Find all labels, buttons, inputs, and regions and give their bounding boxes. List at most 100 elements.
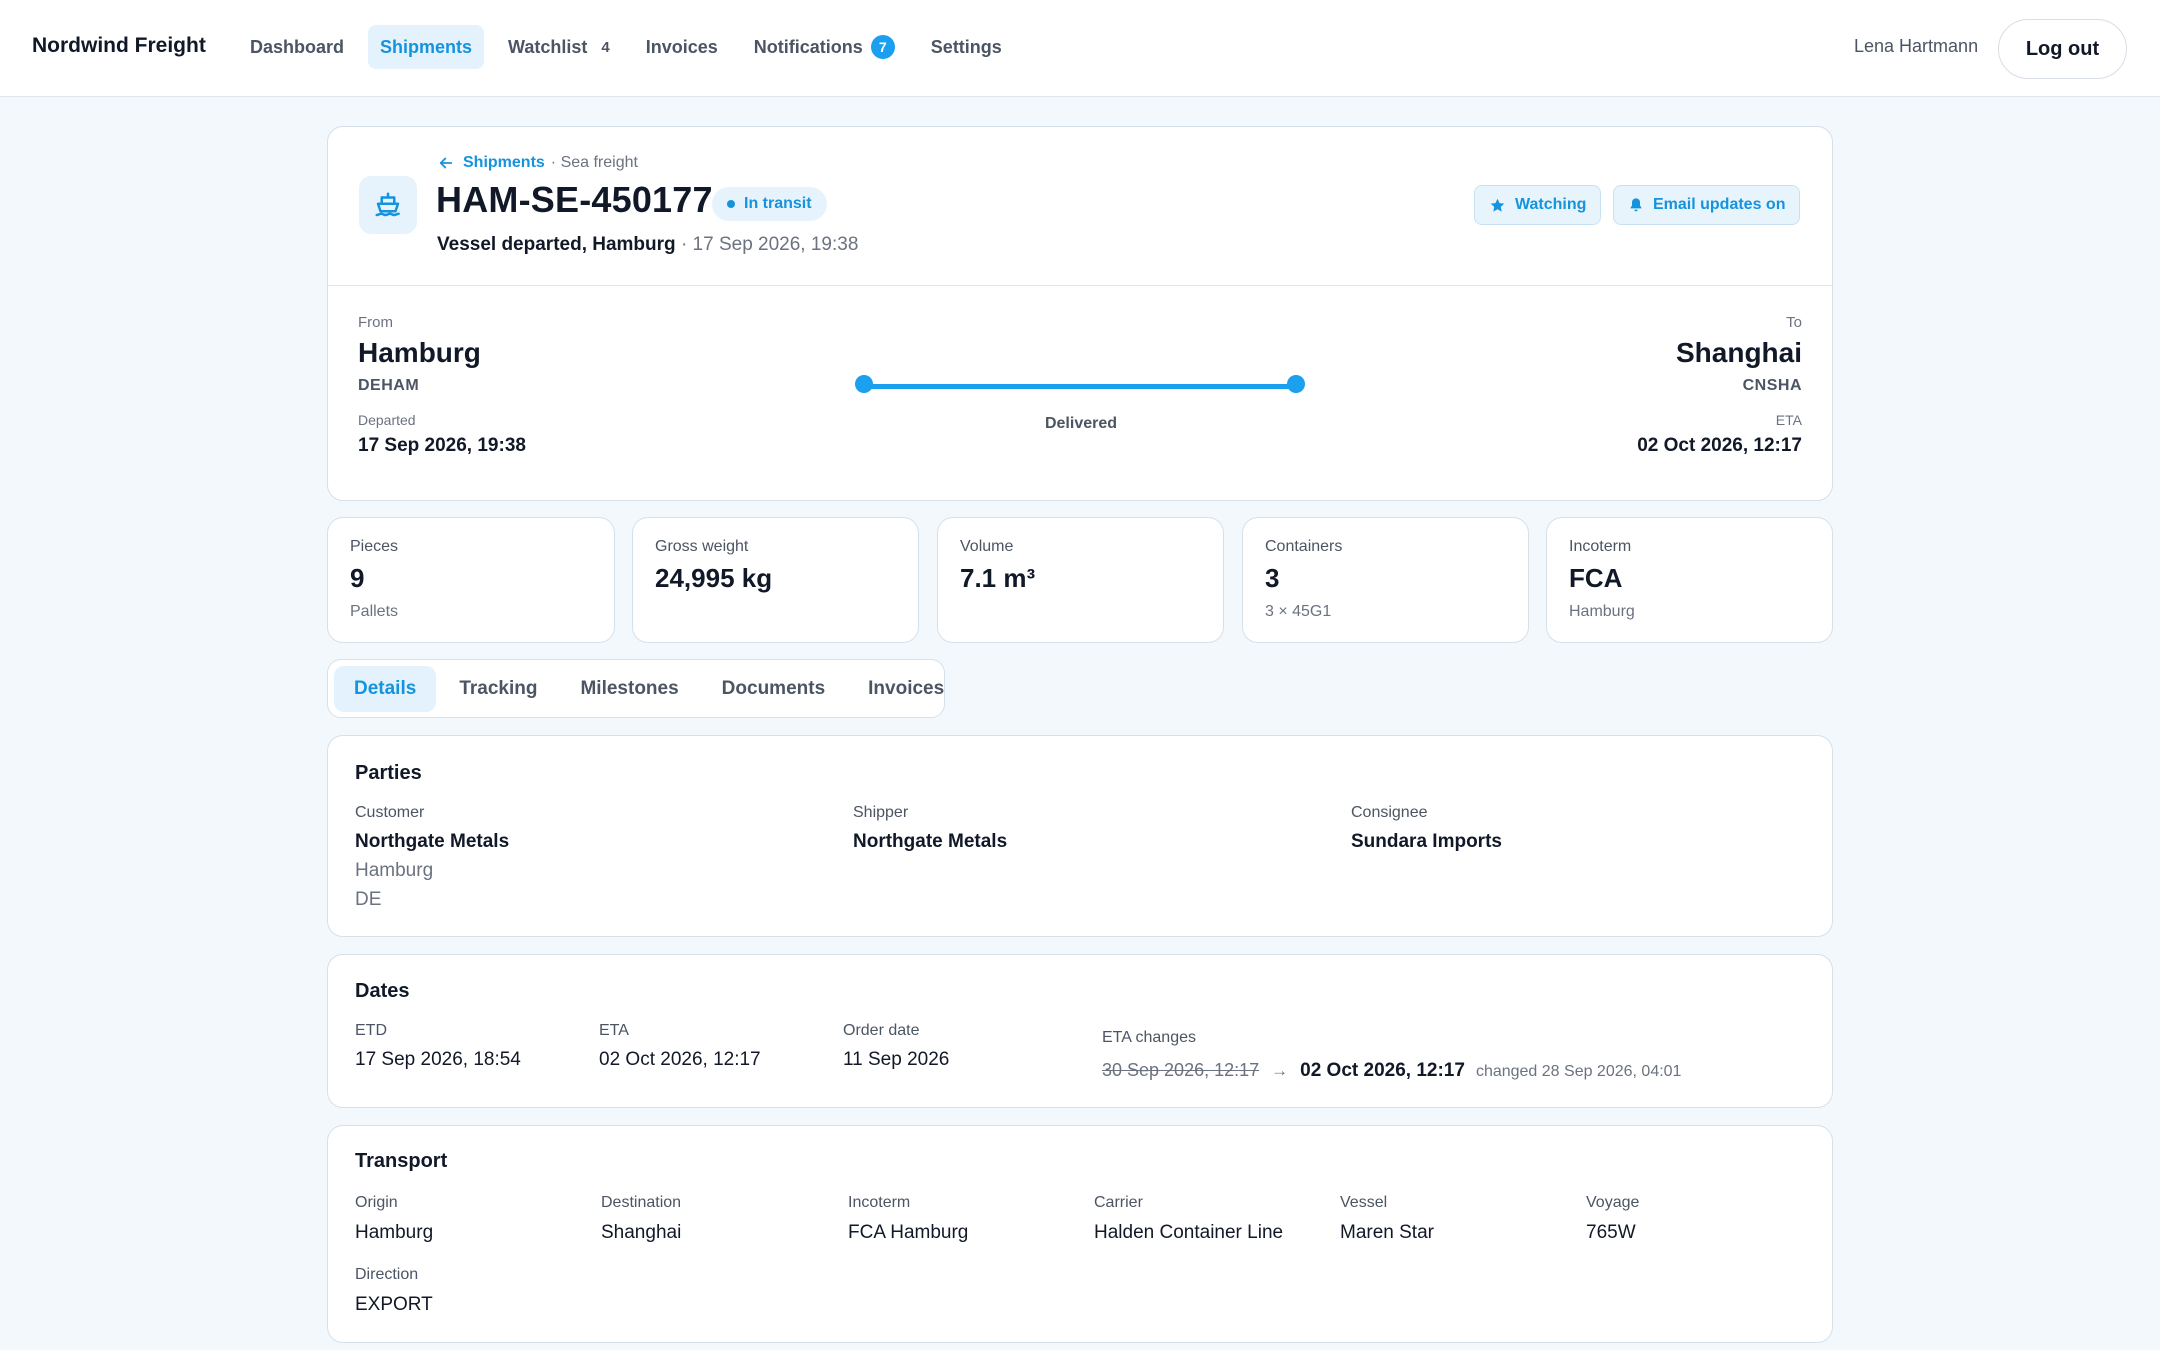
eta-date: 02 Oct 2026, 12:17 xyxy=(1637,435,1802,456)
stat-sub: Pallets xyxy=(350,603,399,620)
shipment-header: Shipments · Sea freight HAM-SE-450177 In… xyxy=(328,127,1832,286)
eta-old-value: 30 Sep 2026, 12:17 xyxy=(1102,1060,1260,1080)
transport-title: Transport xyxy=(355,1150,448,1172)
breadcrumb: Shipments · Sea freight xyxy=(437,154,638,172)
watching-label: Watching xyxy=(1515,196,1587,213)
email-updates-button[interactable]: Email updates on xyxy=(1613,185,1801,225)
dates-section: Dates ETD 17 Sep 2026, 18:54 ETA 02 Oct … xyxy=(327,954,1833,1108)
incoterm-label: Incoterm xyxy=(848,1194,911,1211)
stat-card-gross-weight: Gross weight 24,995 kg xyxy=(632,517,919,643)
email-updates-label: Email updates on xyxy=(1653,196,1786,213)
latest-event: Vessel departed, Hamburg · 17 Sep 2026, … xyxy=(437,234,858,256)
from-label: From xyxy=(358,314,393,331)
transport-section: Transport Origin Hamburg Destination Sha… xyxy=(327,1125,1833,1343)
carrier-label: Carrier xyxy=(1094,1194,1143,1211)
breadcrumb-mode: · Sea freight xyxy=(550,154,638,171)
route-progress-track xyxy=(864,384,1297,389)
stat-value: 9 xyxy=(350,563,365,593)
origin-value: Hamburg xyxy=(355,1222,434,1243)
order-date-value: 11 Sep 2026 xyxy=(843,1049,950,1070)
watchlist-count: 4 xyxy=(601,38,610,56)
eta-label: ETA xyxy=(1775,412,1802,428)
arrow-left-icon xyxy=(439,157,453,169)
user-name: Lena Hartmann xyxy=(1854,36,1979,56)
tab-tracking[interactable]: Tracking xyxy=(439,666,557,712)
status-badge: In transit xyxy=(712,187,827,221)
origin-label: Origin xyxy=(355,1194,398,1211)
brand-logo-text[interactable]: Nordwind Freight xyxy=(32,34,206,58)
customer-country: DE xyxy=(355,889,382,910)
tab-details[interactable]: Details xyxy=(334,665,437,712)
carrier-value: Halden Container Line xyxy=(1094,1222,1284,1243)
nav-invoices-label: Invoices xyxy=(645,36,718,57)
nav-invoices[interactable]: Invoices xyxy=(634,25,730,69)
latest-event-text: Vessel departed, Hamburg xyxy=(437,234,676,255)
status-label: In transit xyxy=(744,195,812,212)
stat-label: Incoterm xyxy=(1569,538,1632,555)
order-date-label: Order date xyxy=(843,1022,920,1039)
origin-code: DEHAM xyxy=(358,377,420,394)
stat-label: Volume xyxy=(960,538,1014,555)
shipment-summary-card: Shipments · Sea freight HAM-SE-450177 In… xyxy=(327,126,1833,501)
star-icon xyxy=(1490,198,1505,212)
stat-sub: Hamburg xyxy=(1569,603,1635,620)
etd-value: 17 Sep 2026, 18:54 xyxy=(355,1049,521,1070)
route-end-dot xyxy=(1287,375,1305,393)
logout-button[interactable]: Log out xyxy=(1998,19,2127,79)
destination-value: Shanghai xyxy=(601,1222,682,1243)
eta-change-entry: 30 Sep 2026, 12:17 → 02 Oct 2026, 12:17 … xyxy=(1102,1060,1681,1082)
customer-label: Customer xyxy=(355,804,425,821)
parties-title: Parties xyxy=(355,762,422,784)
route-progress-label: Delivered xyxy=(1044,415,1118,432)
destination-code: CNSHA xyxy=(1742,377,1802,394)
stat-card-volume: Volume 7.1 m³ xyxy=(937,517,1224,643)
voyage-value: 765W xyxy=(1586,1222,1636,1243)
eta-change-time: changed 28 Sep 2026, 04:01 xyxy=(1475,1063,1682,1080)
route-start-dot xyxy=(855,375,873,393)
eta-new-value: 02 Oct 2026, 12:17 xyxy=(1300,1060,1465,1081)
shipper-label: Shipper xyxy=(853,804,909,821)
breadcrumb-shipments-label: Shipments xyxy=(463,154,545,171)
stat-label: Containers xyxy=(1265,538,1343,555)
destination-city: Shanghai xyxy=(1675,337,1802,368)
consignee-label: Consignee xyxy=(1351,804,1428,821)
customer-name: Northgate Metals xyxy=(355,831,510,852)
nav-dashboard[interactable]: Dashboard xyxy=(238,25,356,69)
ship-icon xyxy=(359,176,417,234)
direction-value: EXPORT xyxy=(355,1294,433,1315)
voyage-label: Voyage xyxy=(1586,1194,1640,1211)
nav-settings-label: Settings xyxy=(930,36,1002,57)
nav-shipments[interactable]: Shipments xyxy=(368,25,485,69)
stat-value: 3 xyxy=(1265,563,1280,593)
stat-card-pieces: Pieces 9 Pallets xyxy=(327,517,615,643)
stat-sub: 3 × 45G1 xyxy=(1265,603,1332,620)
nav-notifications-label: Notifications xyxy=(753,36,863,57)
notifications-count-badge: 7 xyxy=(870,35,895,59)
shipment-id-title: HAM-SE-450177 xyxy=(436,179,713,220)
nav-watchlist[interactable]: Watchlist 4 xyxy=(496,25,622,69)
stat-label: Gross weight xyxy=(655,538,749,555)
watching-button[interactable]: Watching xyxy=(1474,185,1602,225)
eta-label: ETA xyxy=(599,1022,629,1039)
eta-value: 02 Oct 2026, 12:17 xyxy=(599,1049,761,1070)
nav-settings[interactable]: Settings xyxy=(919,25,1014,69)
detail-tabs: Details Tracking Milestones Documents In… xyxy=(327,659,945,718)
arrow-right-icon: → xyxy=(1271,1061,1289,1080)
vessel-value: Maren Star xyxy=(1340,1222,1434,1243)
nav-dashboard-label: Dashboard xyxy=(250,36,345,57)
tab-invoices[interactable]: Invoices xyxy=(848,666,964,712)
breadcrumb-shipments-link[interactable]: Shipments xyxy=(437,154,545,172)
bell-icon xyxy=(1630,198,1642,212)
etd-label: ETD xyxy=(355,1022,387,1039)
stat-label: Pieces xyxy=(350,538,399,555)
tab-milestones[interactable]: Milestones xyxy=(560,666,698,712)
nav-shipments-label: Shipments xyxy=(380,36,473,57)
tab-documents[interactable]: Documents xyxy=(702,666,845,712)
nav-notifications[interactable]: Notifications 7 xyxy=(742,25,907,69)
consignee-name: Sundara Imports xyxy=(1351,831,1502,852)
stat-card-incoterm: Incoterm FCA Hamburg xyxy=(1546,517,1833,643)
dates-title: Dates xyxy=(355,980,410,1002)
direction-label: Direction xyxy=(355,1266,419,1283)
top-navigation-bar: Nordwind Freight Dashboard Shipments Wat… xyxy=(0,0,2160,97)
incoterm-value: FCA Hamburg xyxy=(848,1222,969,1243)
